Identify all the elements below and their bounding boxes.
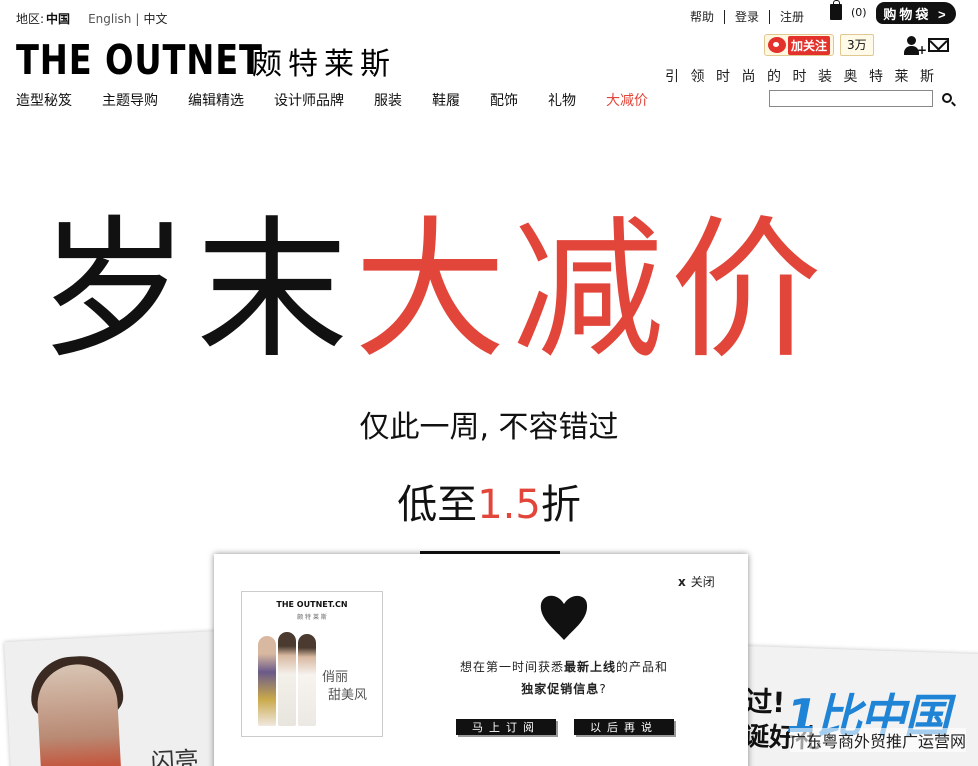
close-icon: x — [678, 574, 686, 589]
region-label: 地区: — [16, 12, 45, 26]
close-label: 关闭 — [690, 575, 715, 589]
weibo-follow-label: 加关注 — [788, 35, 831, 55]
promo-headline2: 甜美风 — [328, 688, 368, 703]
help-link[interactable]: 帮助 — [690, 10, 726, 24]
promo-brand-sub: 颇 特 莱 斯 — [297, 614, 327, 621]
subscribe-popup: x 关闭 THE OUTNET.CN 颇 特 莱 斯 俏丽 甜美风 想在第一时间… — [214, 554, 748, 766]
nav-item-themed-shopping[interactable]: 主题导购 — [102, 90, 158, 110]
add-user-icon[interactable]: + — [904, 36, 927, 56]
promo-brand: THE OUTNET.CN — [276, 600, 348, 609]
nav-item-designers[interactable]: 设计师品牌 — [274, 90, 344, 110]
close-button[interactable]: x 关闭 — [678, 573, 715, 590]
nav-item-editors-picks[interactable]: 编辑精选 — [188, 90, 244, 110]
nav-item-clothing[interactable]: 服装 — [374, 90, 402, 110]
weibo-follower-count: 3万 — [840, 34, 874, 56]
watermark-text: 广东粤商外贸推广运营网 — [790, 728, 967, 752]
hero-title-black: 岁末 — [38, 202, 354, 379]
lang-separator: | — [135, 11, 140, 26]
region-selector: 地区: 中国 English | 中文 — [16, 10, 167, 27]
logo-text-en: THE OUTNET — [16, 36, 263, 84]
login-link[interactable]: 登录 — [725, 10, 771, 24]
weibo-follow: 加关注 3万 — [764, 34, 874, 56]
lang-chinese-link[interactable]: 中文 — [143, 10, 167, 27]
hero-title: 岁末大减价 — [38, 196, 828, 386]
search-icon[interactable] — [942, 93, 952, 103]
main-nav: 造型秘笈 主题导购 编辑精选 设计师品牌 服装 鞋履 配饰 礼物 大减价 — [16, 90, 678, 110]
shopping-bag-icon[interactable] — [830, 0, 842, 20]
discount-prefix: 低至 — [397, 482, 478, 528]
tagline: 引领时尚的时装奥特莱斯 — [665, 69, 946, 85]
nav-item-style-tips[interactable]: 造型秘笈 — [16, 90, 72, 110]
top-links: 帮助 登录 注册 — [690, 10, 814, 24]
hero-subtitle: 仅此一周, 不容错过 — [359, 410, 619, 445]
register-link[interactable]: 注册 — [770, 10, 814, 24]
search-input[interactable] — [769, 90, 933, 107]
bag-count: (0) — [851, 6, 867, 19]
photo-left-caption: 闪亮 — [150, 746, 200, 766]
shopping-bag-button[interactable]: 购物袋 > — [876, 2, 956, 24]
site-logo[interactable]: THE OUTNET 颇特莱斯 — [16, 36, 396, 84]
discount-suffix: 折 — [540, 482, 581, 528]
nav-item-shoes[interactable]: 鞋履 — [432, 90, 460, 110]
lang-english-link[interactable]: English — [88, 12, 131, 26]
mail-icon[interactable] — [928, 38, 949, 52]
logo-text-zh: 颇特莱斯 — [252, 47, 396, 82]
hero-discount: 低至1.5折 — [0, 472, 978, 530]
weibo-follow-button[interactable]: 加关注 — [764, 34, 835, 56]
later-button[interactable]: 以后再说 — [574, 719, 674, 735]
heart-icon — [540, 595, 588, 640]
photo-right-text1: 过! — [743, 684, 786, 720]
region-value[interactable]: 中国 — [46, 10, 70, 27]
discount-value: 1.5 — [477, 482, 541, 528]
nav-item-accessories[interactable]: 配饰 — [490, 90, 518, 110]
weibo-icon — [768, 37, 786, 53]
hero-title-red: 大减价 — [354, 202, 828, 379]
nav-item-gifts[interactable]: 礼物 — [548, 90, 576, 110]
promo-photo-left[interactable]: 闪亮 — [4, 630, 244, 766]
popup-message: 想在第一时间获悉最新上线的产品和 独家促销信息? — [459, 660, 669, 696]
nav-item-sale[interactable]: 大减价 — [606, 90, 648, 110]
promo-thumbnail: THE OUTNET.CN 颇 特 莱 斯 俏丽 甜美风 — [241, 591, 383, 737]
promo-headline: 俏丽 — [322, 670, 349, 685]
subscribe-button[interactable]: 马上订阅 — [456, 719, 556, 735]
